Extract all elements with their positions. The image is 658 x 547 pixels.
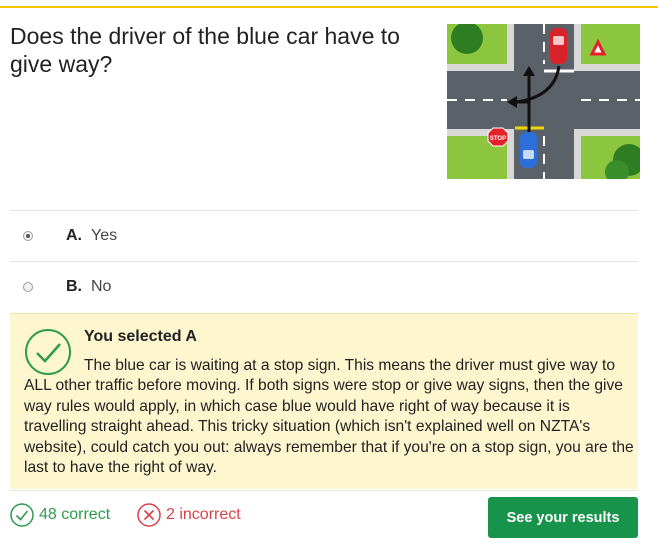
- svg-text:STOP: STOP: [490, 136, 506, 142]
- option-a-label: Yes: [91, 227, 118, 244]
- score-bar: 48 correct 2 incorrect See your results: [10, 490, 638, 543]
- feedback-explanation: The blue car is waiting at a stop sign. …: [24, 357, 634, 477]
- option-a[interactable]: A. Yes: [10, 210, 638, 261]
- option-a-radio[interactable]: [23, 231, 33, 241]
- feedback-title: You selected A: [84, 328, 197, 345]
- incorrect-count: 2 incorrect: [137, 503, 241, 527]
- correct-count: 48 correct: [10, 503, 110, 527]
- option-b-letter: B.: [66, 278, 82, 295]
- option-b[interactable]: B. No: [10, 261, 638, 312]
- question-text: Does the driver of the blue car have to …: [10, 23, 400, 77]
- incorrect-count-label: 2 incorrect: [166, 506, 241, 523]
- x-circle-icon: [137, 503, 161, 527]
- see-results-button[interactable]: See your results: [488, 497, 638, 538]
- option-a-letter: A.: [66, 227, 82, 244]
- intersection-diagram: STOP: [447, 24, 640, 179]
- top-accent-rule: [0, 6, 658, 8]
- correct-count-label: 48 correct: [39, 506, 111, 523]
- red-car-icon: [550, 28, 567, 64]
- answer-feedback-panel: You selected A The blue car is waiting a…: [10, 313, 638, 489]
- option-b-label: No: [91, 278, 112, 295]
- option-b-radio[interactable]: [23, 282, 33, 292]
- check-circle-icon: [10, 503, 34, 527]
